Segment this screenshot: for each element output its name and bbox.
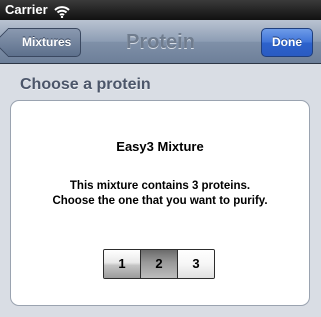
navigation-bar: Protein Mixtures Done — [0, 20, 321, 64]
segment-protein-2[interactable]: 2 — [140, 250, 177, 278]
segment-protein-3[interactable]: 3 — [177, 250, 214, 278]
segment-protein-1[interactable]: 1 — [104, 250, 140, 278]
section-header: Choose a protein — [20, 76, 151, 93]
mixture-description: This mixture contains 3 proteins. Choose… — [52, 180, 268, 207]
protein-segmented-control: 1 2 3 — [103, 249, 215, 279]
mixture-title: Easy3 Mixture — [116, 139, 204, 154]
wifi-icon — [53, 4, 70, 19]
back-button-wrapper: Mixtures — [8, 28, 82, 57]
status-bar: Carrier — [0, 0, 321, 20]
back-button-mixtures[interactable]: Mixtures — [8, 28, 82, 57]
protein-card: Easy3 Mixture This mixture contains 3 pr… — [10, 100, 310, 306]
carrier-label: Carrier — [5, 2, 48, 17]
done-button[interactable]: Done — [261, 28, 313, 57]
back-button-label: Mixtures — [22, 35, 72, 49]
